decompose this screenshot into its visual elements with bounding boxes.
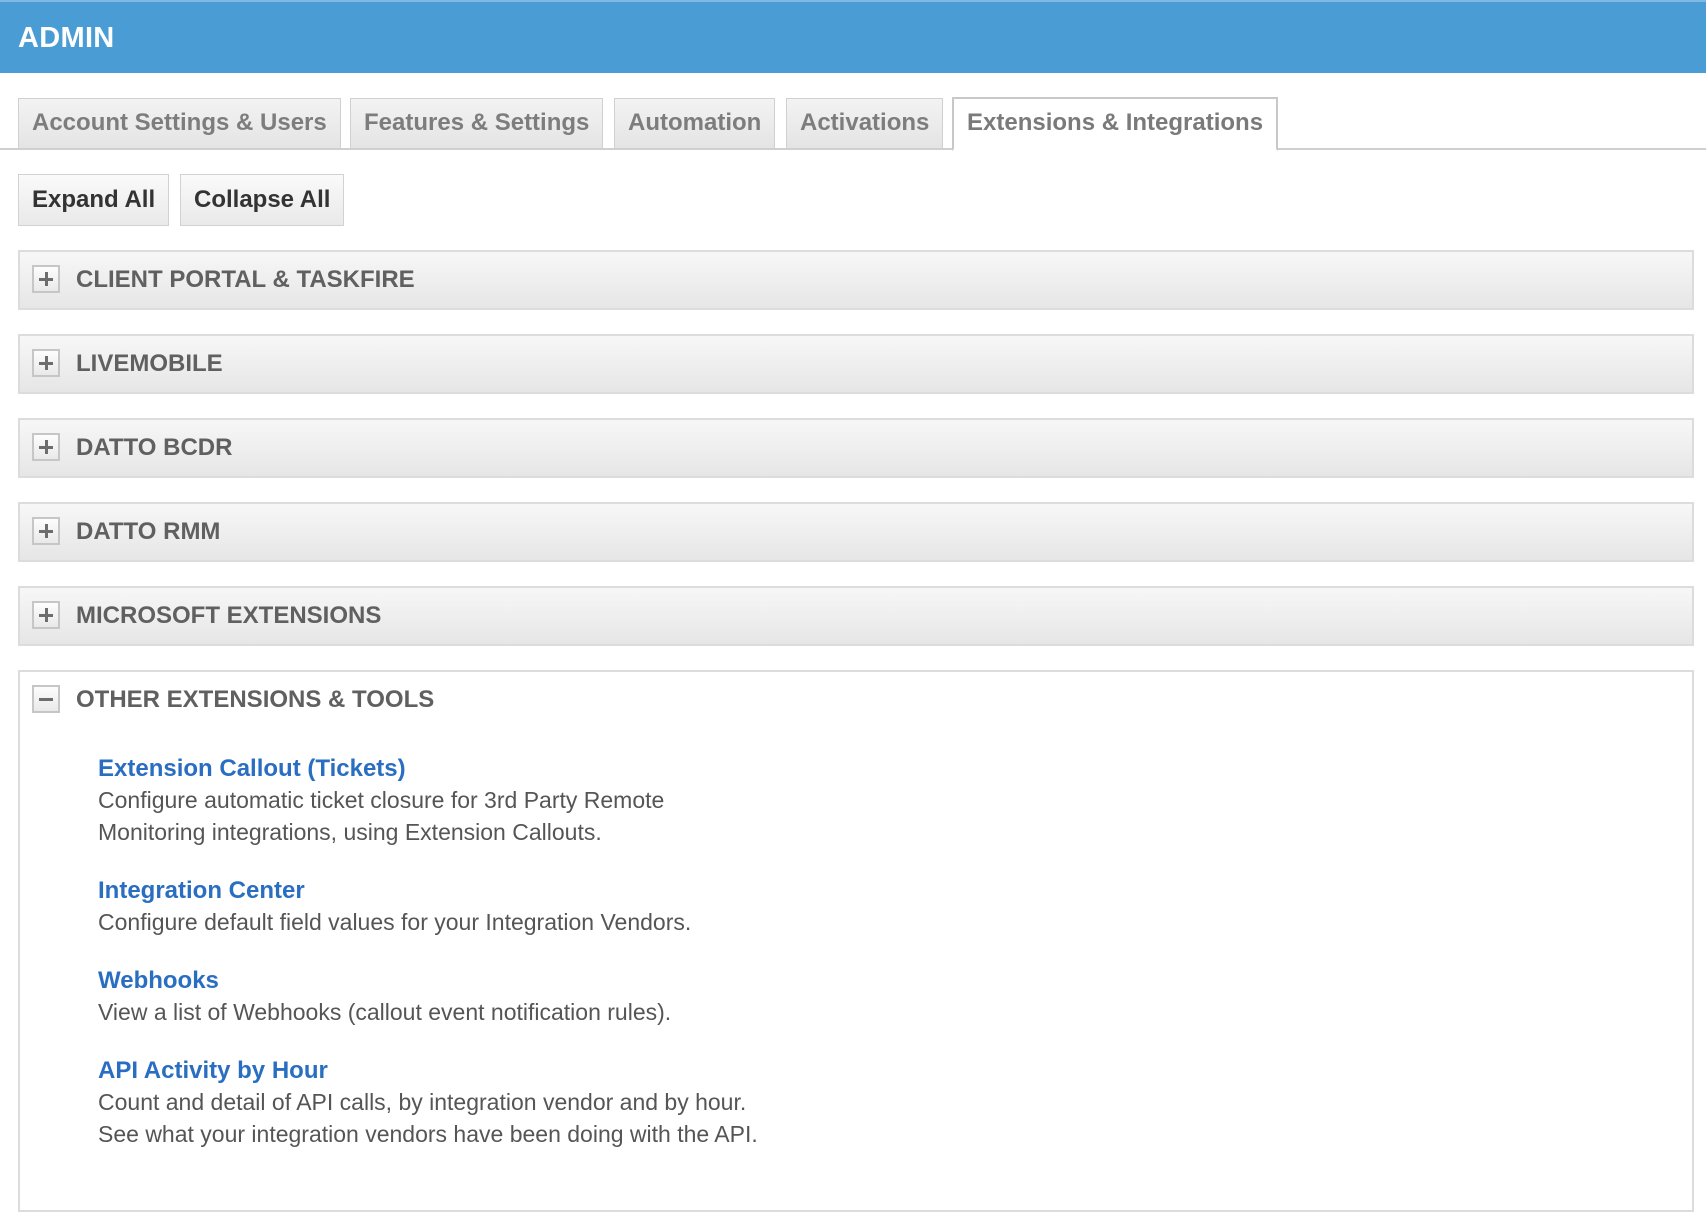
tab-baseline-divider xyxy=(0,148,1706,150)
expand-all-button[interactable]: Expand All xyxy=(18,174,170,226)
tab-automation[interactable]: Automation xyxy=(614,98,776,148)
plus-icon[interactable] xyxy=(32,433,60,461)
section-livemobile: LIVEMOBILE xyxy=(18,334,1694,394)
section-title: CLIENT PORTAL & TASKFIRE xyxy=(76,266,415,293)
list-item: Extension Callout (Tickets) Configure au… xyxy=(98,754,664,848)
plus-icon[interactable] xyxy=(32,265,60,293)
section-other-extensions-tools: OTHER EXTENSIONS & TOOLS Extension Callo… xyxy=(18,670,1694,1212)
item-description: View a list of Webhooks (callout event n… xyxy=(98,999,672,1025)
section-header[interactable]: DATTO BCDR xyxy=(20,420,1692,476)
plus-icon[interactable] xyxy=(32,517,60,545)
extension-callout-link[interactable]: Extension Callout (Tickets) xyxy=(98,754,664,784)
section-title: LIVEMOBILE xyxy=(76,350,223,377)
item-description: Count and detail of API calls, by integr… xyxy=(98,1089,747,1115)
tab-extensions-integrations[interactable]: Extensions & Integrations xyxy=(952,97,1279,151)
list-item: API Activity by Hour Count and detail of… xyxy=(98,1056,758,1150)
section-header[interactable]: LIVEMOBILE xyxy=(20,336,1692,392)
section-title: OTHER EXTENSIONS & TOOLS xyxy=(76,686,435,713)
tab-account-settings-users[interactable]: Account Settings & Users xyxy=(18,98,341,148)
webhooks-link[interactable]: Webhooks xyxy=(98,966,671,996)
admin-header-bar: ADMIN xyxy=(0,0,1706,73)
tab-activations[interactable]: Activations xyxy=(786,98,944,148)
section-title: DATTO BCDR xyxy=(76,434,233,461)
api-activity-by-hour-link[interactable]: API Activity by Hour xyxy=(98,1056,758,1086)
admin-tabs: Account Settings & Users Features & Sett… xyxy=(0,73,1706,151)
list-item: Integration Center Configure default fie… xyxy=(98,876,691,938)
tab-features-settings[interactable]: Features & Settings xyxy=(350,98,604,148)
section-title: DATTO RMM xyxy=(76,518,221,545)
section-header[interactable]: OTHER EXTENSIONS & TOOLS xyxy=(20,672,1692,728)
item-description: Monitoring integrations, using Extension… xyxy=(98,819,602,845)
page-title: ADMIN xyxy=(18,22,115,54)
section-header[interactable]: MICROSOFT EXTENSIONS xyxy=(20,588,1692,644)
integration-center-link[interactable]: Integration Center xyxy=(98,876,691,906)
plus-icon[interactable] xyxy=(32,349,60,377)
section-title: MICROSOFT EXTENSIONS xyxy=(76,602,382,629)
collapse-all-button[interactable]: Collapse All xyxy=(180,174,345,226)
section-header[interactable]: DATTO RMM xyxy=(20,504,1692,560)
list-item: Webhooks View a list of Webhooks (callou… xyxy=(98,966,671,1028)
section-microsoft-extensions: MICROSOFT EXTENSIONS xyxy=(18,586,1694,646)
item-description: Configure automatic ticket closure for 3… xyxy=(98,787,665,813)
item-description: Configure default field values for your … xyxy=(98,909,692,935)
section-datto-rmm: DATTO RMM xyxy=(18,502,1694,562)
plus-icon[interactable] xyxy=(32,601,60,629)
item-description: See what your integration vendors have b… xyxy=(98,1121,758,1147)
section-header[interactable]: CLIENT PORTAL & TASKFIRE xyxy=(20,252,1692,308)
section-datto-bcdr: DATTO BCDR xyxy=(18,418,1694,478)
section-client-portal-taskfire: CLIENT PORTAL & TASKFIRE xyxy=(18,250,1694,310)
minus-icon[interactable] xyxy=(32,685,60,713)
